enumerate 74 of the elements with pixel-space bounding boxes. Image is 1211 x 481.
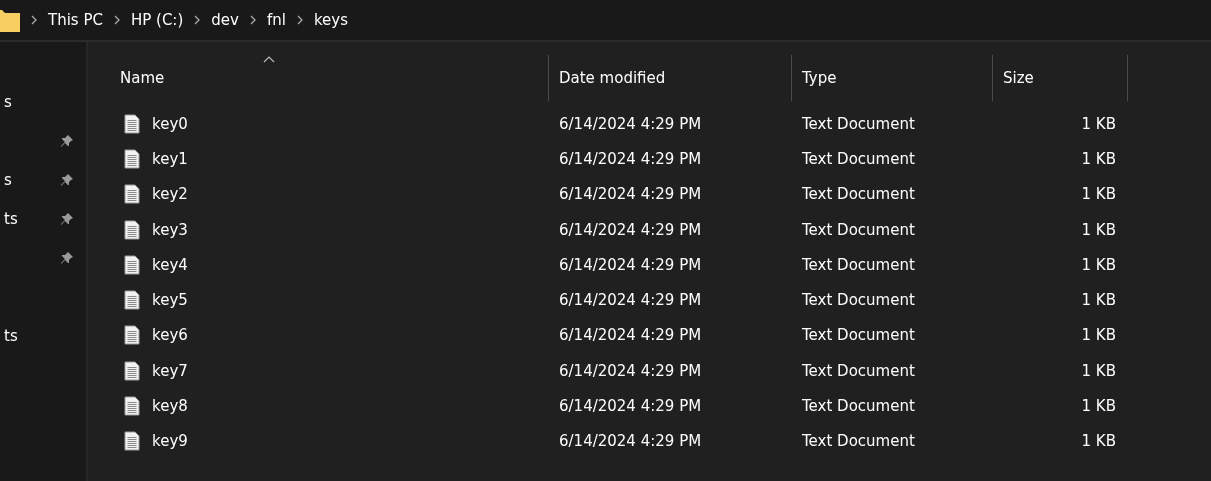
chevron-icon <box>112 15 121 25</box>
size-cell-text: 1 KB <box>1080 361 1117 380</box>
size-cell-text: 1 KB <box>1080 397 1117 415</box>
address-bar[interactable]: This PC HP (C:) dev fnl keys <box>0 0 1211 42</box>
sort-caret-icon <box>262 55 275 63</box>
size-cell-text: 1 KB <box>1080 255 1117 274</box>
date-cell-text: 6/14/2024 4:29 PM <box>558 361 703 380</box>
type-cell-text: Text Document <box>801 149 916 168</box>
breadcrumb-item[interactable]: HP (C:) <box>123 11 191 29</box>
file-name[interactable]: key3 <box>152 220 188 239</box>
size-cell-text: 1 KB <box>1080 185 1117 204</box>
size-cell-text: 1 KB <box>1080 432 1117 451</box>
type-cell-text: Text Document <box>801 326 916 345</box>
breadcrumb-item[interactable]: fnl <box>259 11 293 29</box>
date-cell-text: 6/14/2024 4:29 PM <box>558 255 703 274</box>
file-name[interactable]: key7 <box>152 361 188 380</box>
file-name[interactable]: key1 <box>152 149 188 168</box>
type-cell-text: Text Document <box>801 220 916 239</box>
size-cell-text: 1 KB <box>1080 114 1117 133</box>
pin-icon[interactable] <box>60 211 74 226</box>
column-header[interactable]: Type <box>792 55 993 101</box>
file-name[interactable]: key0 <box>152 114 188 133</box>
pin-icon[interactable] <box>60 250 74 265</box>
file-name[interactable]: key9 <box>152 432 188 451</box>
file-name[interactable]: key2 <box>152 185 188 204</box>
column-header[interactable]: Name <box>118 55 549 101</box>
text-file-icon <box>124 113 140 134</box>
text-file-icon <box>124 184 140 205</box>
breadcrumb-item[interactable]: keys <box>306 11 355 29</box>
breadcrumb-item[interactable]: This PC <box>41 11 110 29</box>
file-name[interactable]: key4 <box>152 255 188 274</box>
chevron-icon <box>248 15 257 25</box>
type-cell-text: Text Document <box>801 397 916 415</box>
size-cell-text: 1 KB <box>1080 326 1117 345</box>
date-cell-text: 6/14/2024 4:29 PM <box>558 220 703 239</box>
file-name[interactable]: key8 <box>152 397 188 415</box>
type-cell-text: Text Document <box>801 185 916 204</box>
type-cell-text: Text Document <box>801 255 916 274</box>
column-header[interactable]: Size <box>993 55 1128 101</box>
date-cell-text: 6/14/2024 4:29 PM <box>558 397 703 415</box>
text-file-icon <box>124 254 140 275</box>
text-file-icon <box>124 290 140 311</box>
text-file-icon <box>124 219 140 240</box>
date-cell-text: 6/14/2024 4:29 PM <box>558 114 703 133</box>
date-cell-text: 6/14/2024 4:29 PM <box>558 149 703 168</box>
type-cell-text: Text Document <box>801 114 916 133</box>
size-cell-text: 1 KB <box>1080 291 1117 310</box>
file-name[interactable]: key6 <box>152 326 188 345</box>
type-cell-text: Text Document <box>801 361 916 380</box>
size-cell-text: 1 KB <box>1080 220 1117 239</box>
size-cell-text: 1 KB <box>1080 149 1117 168</box>
date-cell-text: 6/14/2024 4:29 PM <box>558 432 703 451</box>
nav-item[interactable]: ts <box>4 209 18 228</box>
text-file-icon <box>124 431 140 452</box>
date-cell-text: 6/14/2024 4:29 PM <box>558 326 703 345</box>
type-cell-text: Text Document <box>801 432 916 451</box>
text-file-icon <box>124 396 140 416</box>
chevron-icon <box>193 15 202 25</box>
text-file-icon <box>124 360 140 381</box>
chevron-icon <box>30 15 38 25</box>
pin-icon[interactable] <box>60 172 74 187</box>
column-header[interactable]: Date modified <box>549 55 792 101</box>
nav-item[interactable]: ts <box>4 326 18 345</box>
text-file-icon <box>124 325 140 346</box>
file-name[interactable]: key5 <box>152 291 188 310</box>
date-cell-text: 6/14/2024 4:29 PM <box>558 185 703 204</box>
text-file-icon <box>124 148 140 169</box>
type-cell-text: Text Document <box>801 291 916 310</box>
chevron-icon <box>295 15 304 25</box>
date-cell-text: 6/14/2024 4:29 PM <box>558 291 703 310</box>
pin-icon[interactable] <box>60 133 74 148</box>
nav-item[interactable]: s <box>4 92 12 111</box>
nav-item[interactable]: s <box>4 170 12 189</box>
breadcrumb-item[interactable]: dev <box>204 11 246 29</box>
